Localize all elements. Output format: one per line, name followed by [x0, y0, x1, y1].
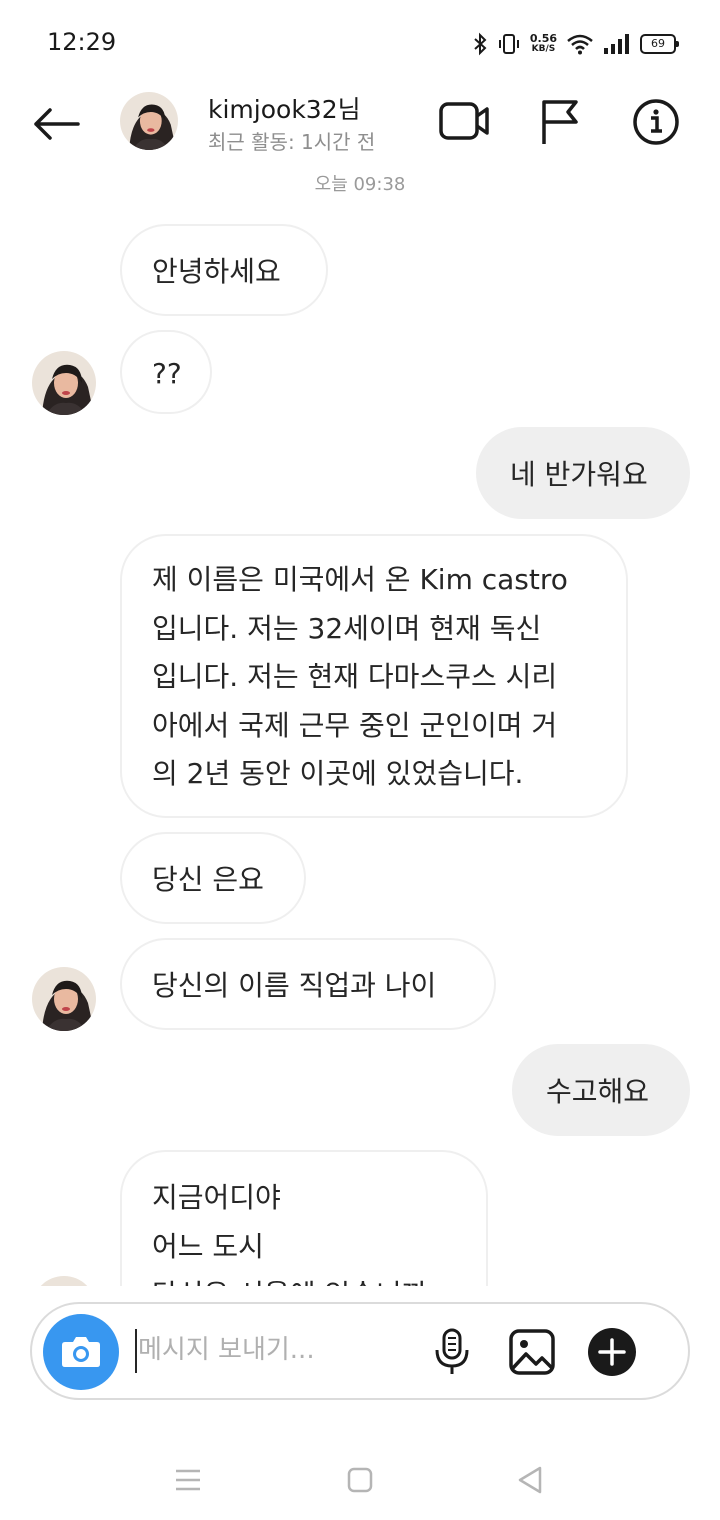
message-line: 제 이름은 미국에서 온 Kim castro [152, 563, 568, 596]
last-active-status: 최근 활동: 1시간 전 [208, 130, 376, 154]
message-thread[interactable]: 오늘 09:38 안녕하세요 ?? 네 반가워요 제 이름은 미국에서 온 Ki… [0, 168, 720, 1286]
message-line: 지금어디야 [152, 1181, 281, 1214]
home-icon [347, 1467, 373, 1493]
thread-timestamp: 오늘 09:38 [314, 174, 406, 195]
bluetooth-icon [474, 32, 487, 56]
header-avatar[interactable] [120, 92, 178, 150]
home-button[interactable] [340, 1460, 380, 1500]
status-time: 12:29 [47, 28, 117, 56]
message-text: 네 반가워요 [510, 458, 648, 491]
message-line: 아에서 국제 근무 중인 군인이며 거 [152, 708, 558, 742]
sender-avatar[interactable] [32, 351, 96, 415]
voice-message-button[interactable] [426, 1326, 478, 1378]
gallery-icon [509, 1329, 555, 1375]
incoming-message[interactable]: 당신 은요 [120, 832, 306, 924]
message-line: 당신은 서울에 있습니까 [152, 1271, 456, 1286]
battery-indicator: 69 [640, 34, 679, 54]
message-line: 의 2년 동안 이곳에 있었습니다. [152, 757, 524, 790]
outgoing-message[interactable]: 네 반가워요 [476, 427, 690, 519]
message-composer [30, 1302, 690, 1400]
back-button[interactable] [28, 100, 84, 148]
sender-avatar[interactable] [32, 1276, 96, 1286]
message-line: 어느 도시 [152, 1229, 264, 1263]
video-call-button[interactable] [438, 96, 494, 148]
message-line: 입니다. 저는 32세이며 현재 독신 [152, 611, 542, 645]
status-bar: 12:29 0.56 KB/S 69 [0, 0, 720, 80]
wifi-icon [567, 34, 593, 55]
report-button[interactable] [532, 96, 588, 148]
flag-icon [542, 100, 578, 144]
network-speed-value: 0.56 [529, 32, 557, 45]
more-options-button[interactable] [586, 1326, 638, 1378]
back-arrow-icon [34, 108, 80, 140]
system-nav-bar [0, 1440, 720, 1520]
outgoing-message[interactable]: 수고해요 [512, 1044, 690, 1136]
nav-back-button[interactable] [510, 1460, 550, 1500]
incoming-message[interactable]: ?? [120, 330, 212, 414]
menu-icon [176, 1469, 200, 1491]
message-line: 입니다. 저는 현재 다마스쿠스 시리 [152, 660, 558, 693]
message-text: 수고해요 [546, 1075, 650, 1108]
incoming-message[interactable]: 지금어디야 어느 도시 당신은 서울에 있습니까 [120, 1150, 488, 1286]
video-camera-icon [439, 102, 489, 140]
vibrate-icon [498, 34, 519, 54]
network-speed-unit: KB/S [531, 44, 556, 54]
message-text: 당신 은요 [152, 863, 264, 896]
camera-icon [62, 1337, 100, 1367]
message-input[interactable] [138, 1330, 418, 1370]
gallery-button[interactable] [506, 1326, 558, 1378]
message-text: 당신의 이름 직업과 나이 [152, 969, 437, 1002]
chat-header: kimjook32님 최근 활동: 1시간 전 [0, 80, 720, 168]
back-icon [518, 1466, 542, 1494]
sender-avatar[interactable] [32, 967, 96, 1031]
plus-icon [588, 1328, 636, 1376]
network-speed: 0.56 KB/S [529, 32, 557, 54]
message-text: ?? [152, 357, 182, 390]
text-caret [135, 1329, 137, 1373]
incoming-message[interactable]: 당신의 이름 직업과 나이 [120, 938, 496, 1030]
info-button[interactable] [628, 96, 684, 148]
message-text: 안녕하세요 [152, 255, 281, 288]
info-icon [633, 99, 679, 145]
camera-button[interactable] [43, 1314, 119, 1390]
menu-button[interactable] [168, 1460, 208, 1500]
incoming-message[interactable]: 제 이름은 미국에서 온 Kim castro 입니다. 저는 32세이며 현재… [120, 534, 628, 818]
microphone-icon [435, 1328, 469, 1374]
status-icons: 0.56 KB/S 69 [472, 30, 679, 58]
incoming-message[interactable]: 안녕하세요 [120, 224, 328, 316]
signal-icon [604, 34, 629, 54]
contact-username[interactable]: kimjook32님 [208, 90, 361, 126]
